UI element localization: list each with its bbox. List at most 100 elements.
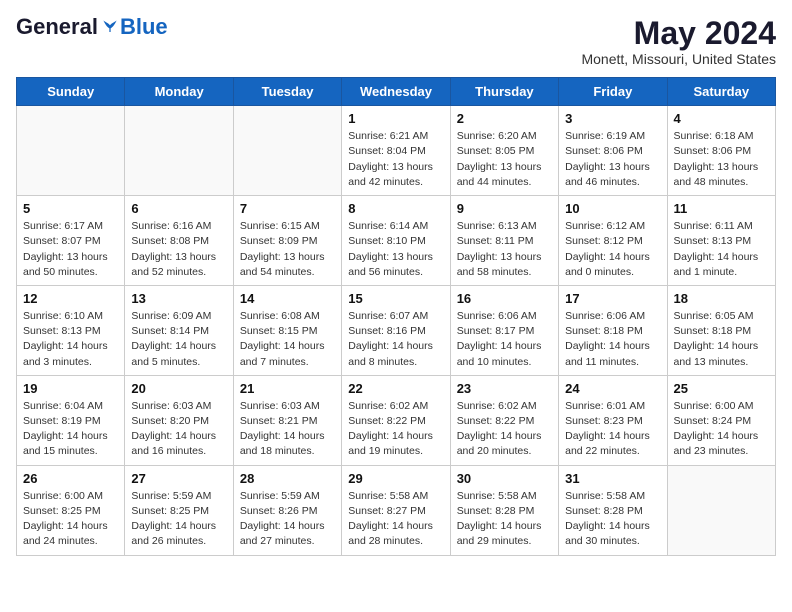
day-number: 24 [565, 381, 660, 396]
header-row: SundayMondayTuesdayWednesdayThursdayFrid… [17, 78, 776, 106]
day-number: 25 [674, 381, 769, 396]
calendar-day-cell: 10 Sunrise: 6:12 AM Sunset: 8:12 PM Dayli… [559, 196, 667, 286]
day-info: Sunrise: 5:59 AM Sunset: 8:25 PM Dayligh… [131, 489, 226, 550]
calendar-table: SundayMondayTuesdayWednesdayThursdayFrid… [16, 77, 776, 555]
day-info: Sunrise: 6:06 AM Sunset: 8:18 PM Dayligh… [565, 309, 660, 370]
day-info: Sunrise: 6:13 AM Sunset: 8:11 PM Dayligh… [457, 219, 552, 280]
day-info: Sunrise: 5:58 AM Sunset: 8:28 PM Dayligh… [565, 489, 660, 550]
day-of-week-header: Saturday [667, 78, 775, 106]
day-number: 14 [240, 291, 335, 306]
day-info: Sunrise: 5:59 AM Sunset: 8:26 PM Dayligh… [240, 489, 335, 550]
calendar-day-cell: 4 Sunrise: 6:18 AM Sunset: 8:06 PM Daylig… [667, 106, 775, 196]
day-number: 13 [131, 291, 226, 306]
calendar-day-cell [125, 106, 233, 196]
calendar-day-cell: 2 Sunrise: 6:20 AM Sunset: 8:05 PM Daylig… [450, 106, 558, 196]
logo-blue-text: Blue [120, 16, 168, 38]
day-info: Sunrise: 6:18 AM Sunset: 8:06 PM Dayligh… [674, 129, 769, 190]
day-number: 21 [240, 381, 335, 396]
calendar-day-cell: 12Sunrise: 6:10 AM Sunset: 8:13 PM Dayli… [17, 285, 125, 375]
calendar-day-cell: 21 Sunrise: 6:03 AM Sunset: 8:21 PM Dayli… [233, 375, 341, 465]
title-block: May 2024 Monett, Missouri, United States [581, 16, 776, 67]
calendar-day-cell: 23Sunrise: 6:02 AM Sunset: 8:22 PM Dayli… [450, 375, 558, 465]
calendar-day-cell [667, 465, 775, 555]
calendar-day-cell: 29Sunrise: 5:58 AM Sunset: 8:27 PM Dayli… [342, 465, 450, 555]
calendar-day-cell: 8 Sunrise: 6:14 AM Sunset: 8:10 PM Daylig… [342, 196, 450, 286]
calendar-day-cell: 19Sunrise: 6:04 AM Sunset: 8:19 PM Dayli… [17, 375, 125, 465]
day-number: 8 [348, 201, 443, 216]
day-info: Sunrise: 6:21 AM Sunset: 8:04 PM Dayligh… [348, 129, 443, 190]
calendar-week-row: 19Sunrise: 6:04 AM Sunset: 8:19 PM Dayli… [17, 375, 776, 465]
day-number: 26 [23, 471, 118, 486]
calendar-day-cell: 6Sunrise: 6:16 AM Sunset: 8:08 PM Daylig… [125, 196, 233, 286]
calendar-day-cell: 13Sunrise: 6:09 AM Sunset: 8:14 PM Dayli… [125, 285, 233, 375]
day-number: 16 [457, 291, 552, 306]
day-number: 2 [457, 111, 552, 126]
calendar-day-cell: 18 Sunrise: 6:05 AM Sunset: 8:18 PM Dayli… [667, 285, 775, 375]
day-info: Sunrise: 6:02 AM Sunset: 8:22 PM Dayligh… [348, 399, 443, 460]
day-of-week-header: Friday [559, 78, 667, 106]
calendar-week-row: 26 Sunrise: 6:00 AM Sunset: 8:25 PM Dayli… [17, 465, 776, 555]
calendar-day-cell: 3 Sunrise: 6:19 AM Sunset: 8:06 PM Daylig… [559, 106, 667, 196]
calendar-week-row: 5 Sunrise: 6:17 AM Sunset: 8:07 PM Daylig… [17, 196, 776, 286]
day-info: Sunrise: 6:20 AM Sunset: 8:05 PM Dayligh… [457, 129, 552, 190]
calendar-day-cell: 30 Sunrise: 5:58 AM Sunset: 8:28 PM Dayli… [450, 465, 558, 555]
page-header: General Blue May 2024 Monett, Missouri, … [16, 16, 776, 67]
day-info: Sunrise: 6:08 AM Sunset: 8:15 PM Dayligh… [240, 309, 335, 370]
calendar-day-cell: 7 Sunrise: 6:15 AM Sunset: 8:09 PM Daylig… [233, 196, 341, 286]
calendar-day-cell: 26 Sunrise: 6:00 AM Sunset: 8:25 PM Dayli… [17, 465, 125, 555]
calendar-week-row: 12Sunrise: 6:10 AM Sunset: 8:13 PM Dayli… [17, 285, 776, 375]
day-info: Sunrise: 6:07 AM Sunset: 8:16 PM Dayligh… [348, 309, 443, 370]
day-number: 31 [565, 471, 660, 486]
calendar-day-cell: 14 Sunrise: 6:08 AM Sunset: 8:15 PM Dayli… [233, 285, 341, 375]
calendar-day-cell: 27Sunrise: 5:59 AM Sunset: 8:25 PM Dayli… [125, 465, 233, 555]
day-number: 11 [674, 201, 769, 216]
location-text: Monett, Missouri, United States [581, 51, 776, 67]
day-of-week-header: Tuesday [233, 78, 341, 106]
calendar-day-cell: 5 Sunrise: 6:17 AM Sunset: 8:07 PM Daylig… [17, 196, 125, 286]
calendar-day-cell [233, 106, 341, 196]
day-number: 30 [457, 471, 552, 486]
day-number: 7 [240, 201, 335, 216]
day-number: 5 [23, 201, 118, 216]
day-number: 12 [23, 291, 118, 306]
month-year-title: May 2024 [581, 16, 776, 51]
day-info: Sunrise: 6:01 AM Sunset: 8:23 PM Dayligh… [565, 399, 660, 460]
day-info: Sunrise: 6:00 AM Sunset: 8:25 PM Dayligh… [23, 489, 118, 550]
day-number: 1 [348, 111, 443, 126]
day-info: Sunrise: 6:03 AM Sunset: 8:21 PM Dayligh… [240, 399, 335, 460]
calendar-day-cell: 15Sunrise: 6:07 AM Sunset: 8:16 PM Dayli… [342, 285, 450, 375]
day-info: Sunrise: 6:16 AM Sunset: 8:08 PM Dayligh… [131, 219, 226, 280]
day-number: 29 [348, 471, 443, 486]
day-number: 9 [457, 201, 552, 216]
day-number: 4 [674, 111, 769, 126]
calendar-day-cell: 16 Sunrise: 6:06 AM Sunset: 8:17 PM Dayli… [450, 285, 558, 375]
calendar-day-cell: 20Sunrise: 6:03 AM Sunset: 8:20 PM Dayli… [125, 375, 233, 465]
day-info: Sunrise: 6:15 AM Sunset: 8:09 PM Dayligh… [240, 219, 335, 280]
day-info: Sunrise: 6:06 AM Sunset: 8:17 PM Dayligh… [457, 309, 552, 370]
day-info: Sunrise: 5:58 AM Sunset: 8:28 PM Dayligh… [457, 489, 552, 550]
day-info: Sunrise: 6:19 AM Sunset: 8:06 PM Dayligh… [565, 129, 660, 190]
day-of-week-header: Monday [125, 78, 233, 106]
day-number: 3 [565, 111, 660, 126]
day-info: Sunrise: 6:12 AM Sunset: 8:12 PM Dayligh… [565, 219, 660, 280]
day-info: Sunrise: 6:17 AM Sunset: 8:07 PM Dayligh… [23, 219, 118, 280]
calendar-day-cell: 9 Sunrise: 6:13 AM Sunset: 8:11 PM Daylig… [450, 196, 558, 286]
calendar-body: 1 Sunrise: 6:21 AM Sunset: 8:04 PM Daylig… [17, 106, 776, 555]
day-info: Sunrise: 6:05 AM Sunset: 8:18 PM Dayligh… [674, 309, 769, 370]
day-number: 18 [674, 291, 769, 306]
logo-general-text: General [16, 16, 98, 38]
calendar-day-cell: 28 Sunrise: 5:59 AM Sunset: 8:26 PM Dayli… [233, 465, 341, 555]
day-of-week-header: Thursday [450, 78, 558, 106]
day-number: 10 [565, 201, 660, 216]
day-number: 22 [348, 381, 443, 396]
day-info: Sunrise: 6:03 AM Sunset: 8:20 PM Dayligh… [131, 399, 226, 460]
day-number: 17 [565, 291, 660, 306]
day-of-week-header: Wednesday [342, 78, 450, 106]
logo: General Blue [16, 16, 168, 38]
day-number: 28 [240, 471, 335, 486]
calendar-header: SundayMondayTuesdayWednesdayThursdayFrid… [17, 78, 776, 106]
calendar-day-cell: 31 Sunrise: 5:58 AM Sunset: 8:28 PM Dayli… [559, 465, 667, 555]
day-info: Sunrise: 6:14 AM Sunset: 8:10 PM Dayligh… [348, 219, 443, 280]
calendar-day-cell: 24 Sunrise: 6:01 AM Sunset: 8:23 PM Dayli… [559, 375, 667, 465]
logo-bird-icon [100, 17, 120, 37]
